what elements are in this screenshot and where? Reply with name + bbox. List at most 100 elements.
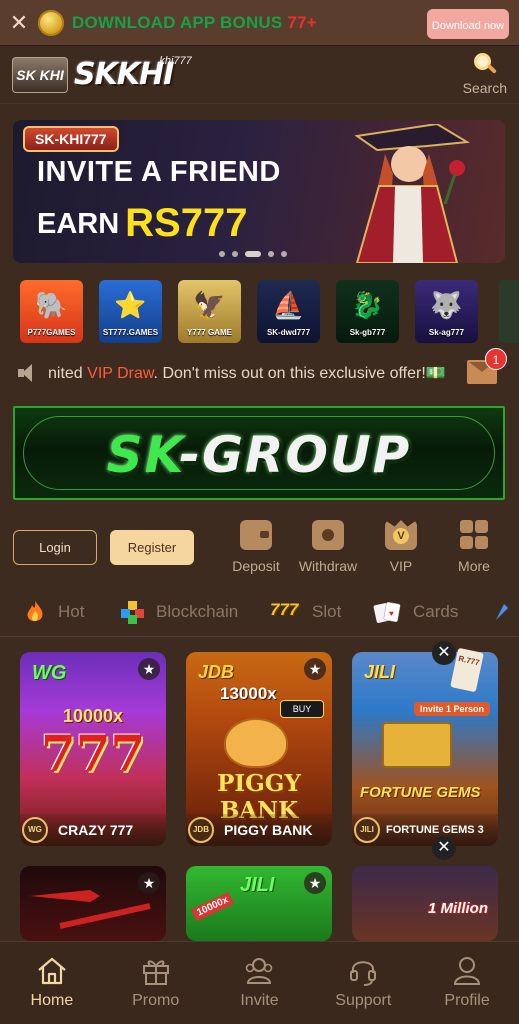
sk-group-banner[interactable]: SK-GROUP xyxy=(13,406,505,500)
home-icon xyxy=(35,954,69,988)
wallet-icon xyxy=(240,520,272,550)
sk-group-title: SK-GROUP xyxy=(106,426,412,484)
tab-cards[interactable]: ♥ Cards xyxy=(373,600,458,624)
search-label: Search xyxy=(462,80,507,96)
piggy-icon xyxy=(224,718,288,768)
fire-icon xyxy=(27,601,43,622)
cards-icon: ♥ xyxy=(373,601,401,623)
favorite-star-icon[interactable]: ★ xyxy=(138,658,160,680)
game-card[interactable]: JILI 10000x ★ xyxy=(186,866,332,941)
download-app-bar: ✕ DOWNLOAD APP BONUS 77+ Download now xyxy=(0,0,519,46)
speaker-icon xyxy=(18,364,34,382)
pagination-dot[interactable] xyxy=(281,251,287,257)
coin-icon xyxy=(38,9,64,36)
eagle-icon: 🦅 xyxy=(193,290,226,320)
people-icon xyxy=(242,954,276,988)
777-icon: 777 xyxy=(270,600,299,619)
game-card[interactable]: WG ★ 10000x 777 WG CRAZY 777 xyxy=(20,652,166,846)
wolf-icon: 🐺 xyxy=(430,290,463,320)
partner-sk-gb777[interactable]: 🐉 Sk-gb777 xyxy=(336,280,399,343)
gift-icon xyxy=(139,954,173,988)
game-category-tabs: Hot Blockchain 777 Slot ♥ Cards xyxy=(0,595,519,637)
partner-sk-dwd777[interactable]: ⛵ SK-dwd777 xyxy=(257,280,320,343)
nav-invite[interactable]: Invite xyxy=(208,942,312,1024)
login-button[interactable]: Login xyxy=(13,530,97,565)
download-bonus-text: DOWNLOAD APP BONUS 77+ xyxy=(72,12,317,32)
game-name: CRAZY 777 xyxy=(58,822,134,838)
vip-crown-icon: V xyxy=(385,520,417,550)
partner-next-peek[interactable] xyxy=(499,280,519,343)
partner-p777games[interactable]: 🐘 P777GAMES xyxy=(20,280,83,343)
elephant-icon: 🐘 xyxy=(35,290,68,320)
more-button[interactable]: More xyxy=(439,520,509,574)
headset-icon xyxy=(346,954,380,988)
partner-sites-row: 🐘 P777GAMES ⭐ ST777.GAMES 🦅 Y777 GAME ⛵ SK-d… xyxy=(20,280,478,343)
tab-hot[interactable]: Hot xyxy=(22,600,84,624)
game-card[interactable]: JDB ★ 13000x BUY PIGGY BANK JDB PIGGY BA… xyxy=(186,652,332,846)
banner-subheadline: EARN RS777 xyxy=(37,201,248,245)
game-name: FORTUNE GEMS 3 xyxy=(386,824,484,836)
banner-pagination xyxy=(219,251,287,257)
partner-y777game[interactable]: 🦅 Y777 GAME xyxy=(178,280,241,343)
favorite-star-icon[interactable]: ★ xyxy=(304,872,326,894)
more-label: More xyxy=(458,558,490,574)
banner-brand-tag: SK-KHI777 xyxy=(23,126,119,152)
game-provider-logo: JILI xyxy=(364,662,396,682)
site-logo[interactable]: SK KHI SKKHI khi777 xyxy=(12,54,192,93)
user-icon xyxy=(450,954,484,988)
nav-home[interactable]: Home xyxy=(0,942,104,1024)
ship-icon: ⛵ xyxy=(272,290,305,320)
withdraw-label: Withdraw xyxy=(298,558,358,574)
close-icon[interactable]: ✕ xyxy=(0,10,38,36)
search-button[interactable]: Search xyxy=(463,52,507,96)
site-header: SK KHI SKKHI khi777 Search xyxy=(0,46,519,104)
treasure-icon xyxy=(382,722,452,768)
partner-sk-ag777[interactable]: 🐺 Sk-ag777 xyxy=(415,280,478,343)
app-page: ✕ DOWNLOAD APP BONUS 77+ Download now SK… xyxy=(0,0,519,1024)
provider-chip: WG xyxy=(22,817,48,843)
game-provider-logo: JDB xyxy=(198,662,235,682)
partner-st777games[interactable]: ⭐ ST777.GAMES xyxy=(99,280,162,343)
vip-label: VIP xyxy=(389,558,413,574)
mail-unread-badge: 1 xyxy=(485,348,507,370)
buy-badge: BUY xyxy=(280,700,324,718)
grid-icon xyxy=(458,520,490,550)
tab-blockchain[interactable]: Blockchain xyxy=(120,600,238,624)
pagination-dot-active[interactable] xyxy=(245,251,261,257)
tab-next-peek[interactable] xyxy=(490,600,516,624)
pagination-dot[interactable] xyxy=(219,251,225,257)
logo-badge: SK KHI xyxy=(12,56,68,93)
rocket-icon xyxy=(496,604,508,620)
pirate-girl-illustration xyxy=(354,124,471,263)
deposit-button[interactable]: Deposit xyxy=(221,520,291,574)
pagination-dot[interactable] xyxy=(232,251,238,257)
download-now-button[interactable]: Download now xyxy=(427,9,509,39)
ad-close-icon[interactable]: ✕ xyxy=(432,836,456,860)
favorite-star-icon[interactable]: ★ xyxy=(304,658,326,680)
withdraw-button[interactable]: Withdraw xyxy=(293,520,363,574)
provider-chip: JDB xyxy=(188,817,214,843)
bonus-amount: 77+ xyxy=(287,12,317,32)
invite-ribbon: Invite 1 Person xyxy=(414,702,491,716)
banner-headline: INVITE A FRIEND xyxy=(37,156,281,188)
ad-close-icon[interactable]: ✕ xyxy=(432,641,456,665)
game-provider-logo: WG xyxy=(32,662,67,684)
promo-banner[interactable]: SK-KHI777 INVITE A FRIEND EARN RS777 xyxy=(13,120,505,263)
nav-profile[interactable]: Profile xyxy=(415,942,519,1024)
blocks-icon xyxy=(121,601,144,624)
ad-million-banner[interactable]: 1 Million xyxy=(428,900,488,917)
pagination-dot[interactable] xyxy=(268,251,274,257)
game-art-text: FORTUNE GEMS xyxy=(360,784,481,801)
deposit-label: Deposit xyxy=(232,558,280,574)
provider-chip: JILI xyxy=(354,817,380,843)
tab-slot[interactable]: 777 Slot xyxy=(270,600,341,624)
logo-superscript: khi777 xyxy=(159,54,192,67)
register-button[interactable]: Register xyxy=(110,530,194,565)
game-footer: JDB PIGGY BANK xyxy=(186,814,332,846)
vip-button[interactable]: V VIP xyxy=(366,520,436,574)
game-card[interactable]: ★ xyxy=(20,866,166,941)
nav-support[interactable]: Support xyxy=(311,942,415,1024)
game-name: PIGGY BANK xyxy=(224,822,313,838)
bottom-nav: Home Promo Invite Support Profile xyxy=(0,941,519,1024)
nav-promo[interactable]: Promo xyxy=(104,942,208,1024)
